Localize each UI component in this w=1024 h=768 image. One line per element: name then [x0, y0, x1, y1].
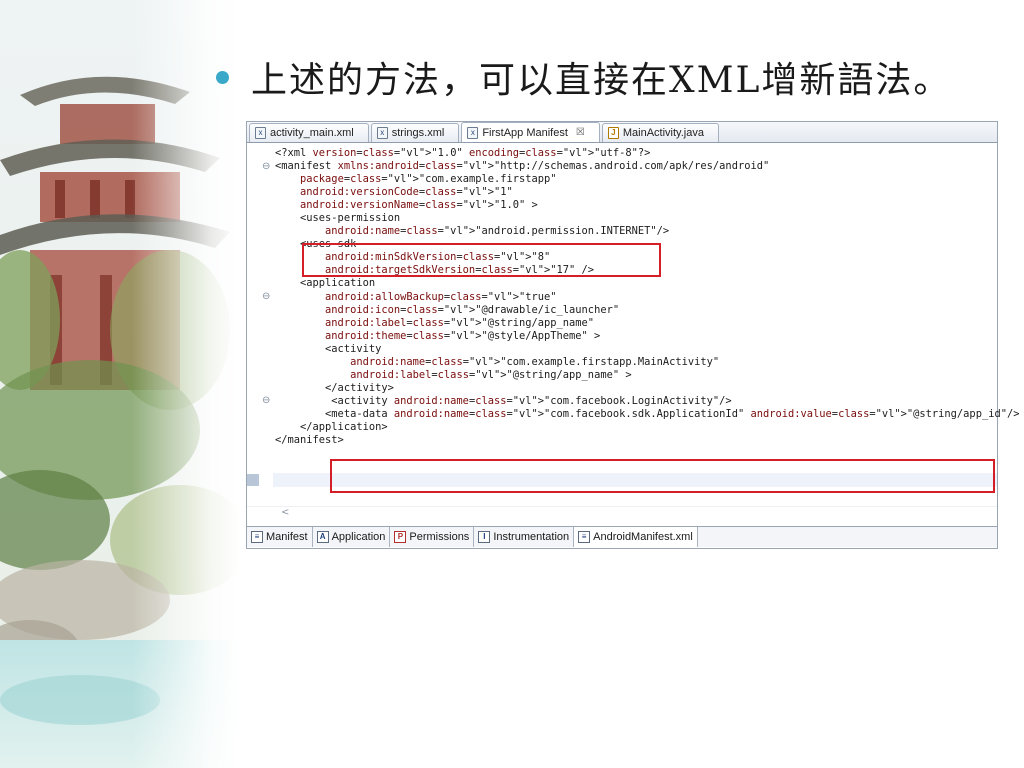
- xml-source-icon: ≡: [578, 531, 591, 543]
- tab-activity-main-xml[interactable]: x activity_main.xml: [249, 123, 369, 142]
- tab-application[interactable]: A Application: [313, 527, 391, 547]
- code-line: <?xml version=class="vl">"1.0" encoding=…: [275, 147, 651, 159]
- slide-title: 上述的方法，可以直接在XML增新語法。: [251, 60, 952, 101]
- code-line: <activity android:name=class="vl">"com.f…: [275, 394, 732, 407]
- xml-code: <?xml version=class="vl">"1.0" encoding=…: [275, 147, 1019, 447]
- instrumentation-icon: I: [478, 531, 491, 543]
- code-line: </application>: [275, 420, 388, 433]
- permissions-icon: P: [394, 531, 407, 543]
- tab-strings-xml[interactable]: x strings.xml: [370, 123, 460, 142]
- code-line: android:icon=class="vl">"@drawable/ic_la…: [325, 303, 620, 316]
- code-line: <activity: [275, 342, 382, 355]
- editor-gutter: ⊖ ⊖ ⊖: [247, 143, 273, 506]
- manifest-icon: x: [467, 126, 479, 139]
- tab-instrumentation[interactable]: I Instrumentation: [474, 527, 575, 547]
- tab-manifest[interactable]: ≡ Manifest: [247, 527, 313, 547]
- tab-label: Application: [331, 531, 386, 543]
- slide-title-row: 上述的方法，可以直接在XML增新語法。: [216, 52, 951, 102]
- code-line: android:minSdkVersion=class="vl">"8": [325, 251, 551, 264]
- tab-label: strings.xml: [391, 127, 445, 139]
- code-line: <manifest xmlns:android=class="vl">"http…: [275, 160, 770, 173]
- xml-file-icon: x: [376, 127, 388, 139]
- tab-firstapp-manifest[interactable]: x FirstApp Manifest ☒: [461, 122, 600, 142]
- code-line: android:theme=class="vl">"@style/AppThem…: [325, 329, 601, 342]
- code-line: <uses-sdk: [275, 238, 357, 251]
- java-file-icon: J: [607, 127, 619, 139]
- tab-label: AndroidManifest.xml: [593, 531, 693, 543]
- eclipse-editor: x activity_main.xml x strings.xml x Firs…: [246, 121, 1019, 549]
- code-line: <meta-data android:name=class="vl">"com.…: [275, 407, 1020, 420]
- code-line: android:label=class="vl">"@string/app_na…: [325, 316, 595, 329]
- image-fade-overlay: [0, 0, 240, 768]
- line-marker: [247, 474, 259, 486]
- tab-mainactivity-java[interactable]: J MainActivity.java: [601, 123, 719, 142]
- fold-minus-icon[interactable]: ⊖: [262, 161, 270, 172]
- tab-androidmanifest-xml[interactable]: ≡ AndroidManifest.xml: [574, 527, 698, 547]
- code-line: android:allowBackup=class="vl">"true": [325, 290, 557, 303]
- code-area[interactable]: ⊖ ⊖ ⊖ <?xml version=class="vl">"1.0" enc…: [247, 143, 1019, 506]
- code-line: <application: [275, 277, 376, 290]
- code-line: </activity>: [275, 381, 394, 394]
- tab-label: Permissions: [409, 531, 470, 543]
- fold-minus-icon[interactable]: ⊖: [262, 291, 270, 302]
- code-line: </manifest>: [275, 434, 344, 447]
- editor-tab-bar: x activity_main.xml x strings.xml x Firs…: [247, 122, 997, 143]
- fold-minus-icon[interactable]: ⊖: [262, 395, 270, 406]
- horizontal-scrollbar[interactable]: <: [247, 506, 997, 521]
- current-line-highlight: [273, 473, 997, 487]
- tab-label: Instrumentation: [493, 531, 570, 543]
- application-icon: A: [316, 531, 329, 543]
- manifest-editor-tabs: ≡ Manifest A Application P Permissions I…: [247, 526, 997, 547]
- code-line: package=class="vl">"com.example.firstapp…: [300, 173, 557, 186]
- code-line: android:targetSdkVersion=class="vl">"17"…: [325, 264, 595, 277]
- tab-label: MainActivity.java: [622, 127, 704, 139]
- scroll-left-icon[interactable]: <: [281, 507, 289, 518]
- code-line: android:versionCode=class="vl">"1": [300, 186, 513, 199]
- close-icon[interactable]: ☒: [576, 127, 585, 138]
- tab-permissions[interactable]: P Permissions: [390, 527, 475, 547]
- code-line: <uses-permission: [275, 212, 401, 225]
- code-line: android:versionName=class="vl">"1.0" >: [300, 199, 538, 212]
- tab-label: Manifest: [266, 531, 308, 543]
- tab-label: activity_main.xml: [270, 127, 354, 139]
- code-line: android:name=class="vl">"com.example.fir…: [350, 355, 720, 368]
- bullet-icon: [216, 70, 229, 84]
- code-line: android:label=class="vl">"@string/app_na…: [350, 368, 632, 381]
- code-line: android:name=class="vl">"android.permiss…: [325, 225, 670, 238]
- tab-label: FirstApp Manifest: [482, 126, 568, 139]
- xml-file-icon: x: [255, 127, 266, 139]
- background-photo: [0, 0, 240, 768]
- manifest-icon: ≡: [251, 531, 263, 543]
